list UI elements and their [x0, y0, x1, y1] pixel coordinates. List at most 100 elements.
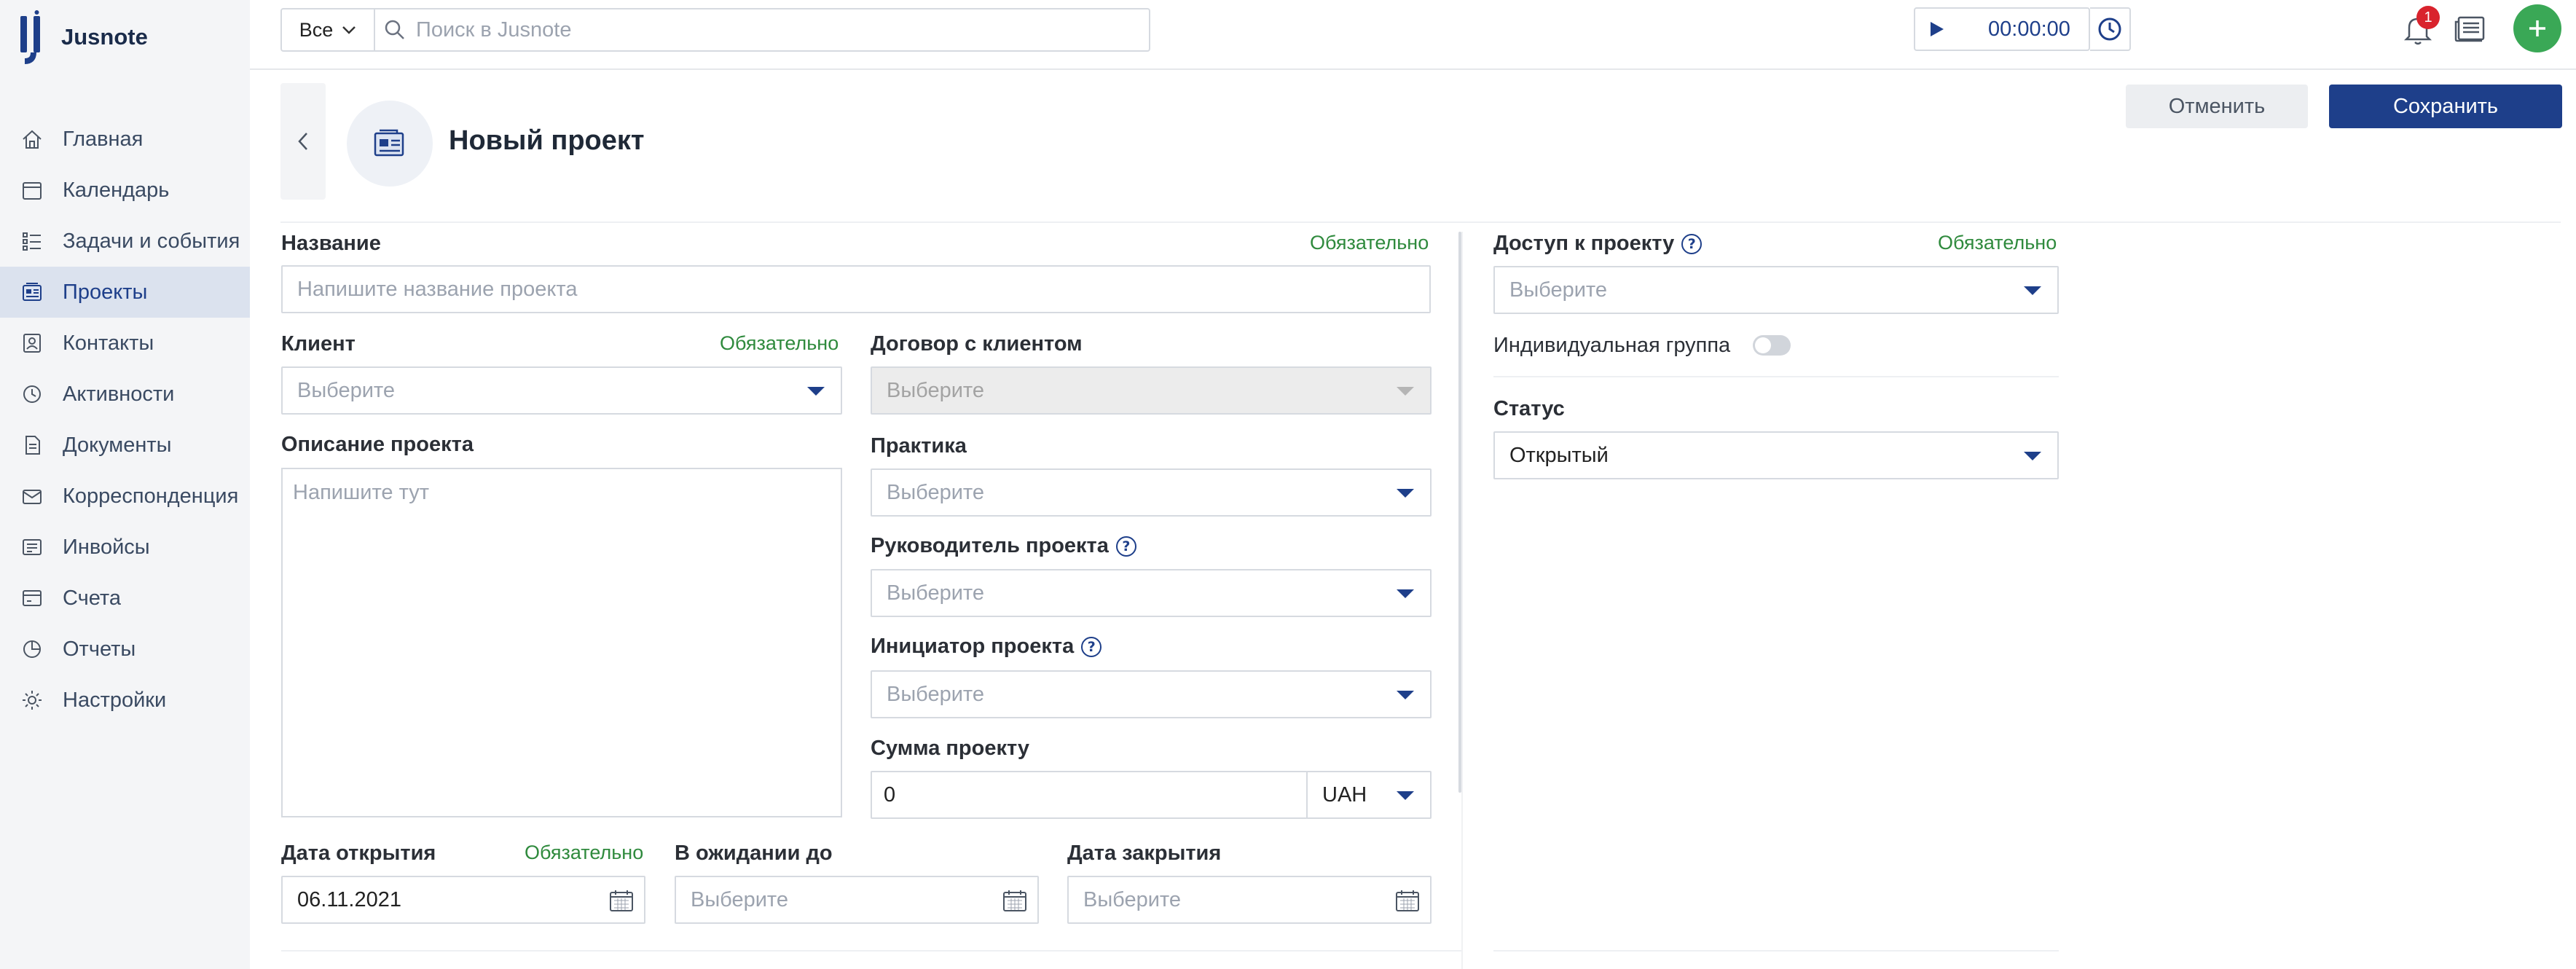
form-scrollbar[interactable] [1458, 232, 1461, 793]
manager-select[interactable]: Выберите [871, 569, 1432, 617]
column-divider [1461, 232, 1463, 969]
global-search: Все [280, 8, 1150, 52]
manager-label: Руководитель проекта? [871, 534, 1136, 558]
sidebar-item-tasks[interactable]: Задачи и события [0, 216, 250, 267]
help-icon[interactable]: ? [1081, 636, 1102, 657]
sidebar-item-label: Корреспонденция [63, 484, 239, 508]
client-required: Обязательно [720, 332, 839, 354]
top-bar: Все 00:00:00 1 [250, 0, 2576, 70]
initiator-label-text: Инициатор проекта [871, 635, 1075, 658]
sidebar-item-calendar[interactable]: Календарь [0, 165, 250, 216]
caret-down-icon [1397, 691, 1414, 699]
time-history-button[interactable] [2090, 7, 2131, 51]
documents-icon [20, 434, 44, 457]
individual-group-label: Индивидуальная группа [1493, 334, 1731, 357]
quick-add-button[interactable] [2513, 4, 2561, 52]
description-textarea[interactable]: Напишите тут [281, 468, 842, 817]
access-select[interactable]: Выберите [1493, 266, 2059, 314]
initiator-select[interactable]: Выберите [871, 670, 1432, 718]
mail-icon [20, 484, 44, 508]
right-bottom-divider [1493, 950, 2059, 952]
sidebar-item-label: Счета [63, 586, 121, 610]
currency-select[interactable]: UAH [1306, 771, 1432, 819]
access-select-placeholder: Выберите [1509, 278, 1608, 302]
access-required: Обязательно [1938, 232, 2057, 254]
close-date-placeholder: Выберите [1083, 887, 1182, 911]
calendar-icon [20, 178, 44, 202]
save-button[interactable]: Сохранить [2329, 85, 2562, 128]
caret-down-icon [807, 387, 825, 396]
close-date-label: Дата закрытия [1067, 842, 1221, 866]
sidebar-item-contacts[interactable]: Контакты [0, 318, 250, 369]
app-name: Jusnote [61, 24, 148, 50]
search-scope-select[interactable]: Все [282, 9, 375, 50]
client-label: Клиент [281, 332, 356, 356]
sidebar-item-accounts[interactable]: Счета [0, 573, 250, 624]
jusnote-logo-icon [20, 10, 40, 64]
app-logo[interactable]: Jusnote [17, 10, 148, 64]
cancel-button[interactable]: Отменить [2126, 85, 2308, 128]
contacts-icon [20, 332, 44, 355]
status-select[interactable]: Открытый [1493, 431, 2059, 479]
pending-date-input[interactable]: Выберите [675, 876, 1039, 924]
open-date-input[interactable]: 06.11.2021 [281, 876, 645, 924]
description-label: Описание проекта [281, 433, 474, 457]
chevron-left-icon [298, 133, 307, 150]
caret-down-icon [2024, 452, 2041, 460]
help-icon[interactable]: ? [1681, 233, 1703, 254]
time-tracker: 00:00:00 [1914, 7, 2090, 51]
sidebar-item-activity[interactable]: Активности [0, 369, 250, 420]
amount-input[interactable]: 0 [871, 771, 1308, 819]
individual-group-toggle[interactable] [1753, 335, 1791, 356]
sidebar-item-settings[interactable]: Настройки [0, 675, 250, 726]
search-scope-label: Все [299, 18, 334, 41]
form-bottom-divider [281, 950, 1461, 952]
client-select[interactable]: Выберите [281, 366, 842, 415]
close-date-label-text: Дата закрытия [1067, 842, 1222, 865]
access-label-text: Доступ к проекту [1493, 232, 1675, 255]
contract-label-text: Договор с клиентом [871, 332, 1083, 356]
search-input[interactable] [416, 17, 1072, 42]
status-value: Открытый [1509, 443, 1609, 467]
close-date-input[interactable]: Выберите [1067, 876, 1432, 924]
sidebar-item-projects[interactable]: Проекты [0, 267, 250, 318]
plus-icon [2529, 20, 2545, 36]
sidebar-item-label: Контакты [63, 331, 154, 355]
sidebar-item-documents[interactable]: Документы [0, 420, 250, 471]
caret-down-icon [2024, 286, 2041, 295]
pending-label-text: В ожидании до [675, 842, 833, 865]
help-icon[interactable]: ? [1115, 536, 1136, 557]
contract-label: Договор с клиентом [871, 332, 1083, 356]
sidebar-item-label: Календарь [63, 178, 170, 202]
sidebar-item-mail[interactable]: Корреспонденция [0, 471, 250, 522]
project-name-input[interactable]: Напишите название проекта [281, 265, 1431, 313]
sidebar-item-label: Инвойсы [63, 535, 150, 559]
open-date-value: 06.11.2021 [297, 887, 401, 911]
accounts-icon [20, 586, 44, 610]
sidebar-item-label: Отчеты [63, 637, 136, 661]
sidebar-item-home[interactable]: Главная [0, 114, 250, 165]
sidebar-item-invoice[interactable]: Инвойсы [0, 522, 250, 573]
page-title: Новый проект [449, 125, 645, 156]
practice-select[interactable]: Выберите [871, 468, 1432, 517]
calendar-icon[interactable] [1002, 889, 1027, 912]
timer-play-button[interactable] [1915, 9, 1959, 50]
calendar-icon[interactable] [1395, 889, 1420, 912]
sidebar-item-label: Настройки [63, 688, 167, 712]
back-button[interactable] [280, 83, 326, 200]
open-date-required: Обязательно [525, 842, 644, 863]
sidebar-item-reports[interactable]: Отчеты [0, 624, 250, 675]
description-label-text: Описание проекта [281, 433, 474, 456]
amount-value: 0 [884, 782, 896, 807]
calendar-icon[interactable] [609, 889, 634, 912]
practice-label-text: Практика [871, 434, 967, 458]
tasks-icon [20, 230, 44, 253]
news-feed-icon[interactable] [2454, 15, 2486, 44]
open-date-label: Дата открытия [281, 842, 436, 866]
practice-label: Практика [871, 434, 967, 458]
access-label: Доступ к проекту? [1493, 232, 1703, 256]
sidebar-item-label: Главная [63, 127, 144, 151]
practice-select-placeholder: Выберите [887, 480, 985, 504]
sidebar-nav: Главная Календарь Задачи и события Проекты К… [0, 114, 250, 726]
sidebar-item-label: Активности [63, 382, 175, 406]
